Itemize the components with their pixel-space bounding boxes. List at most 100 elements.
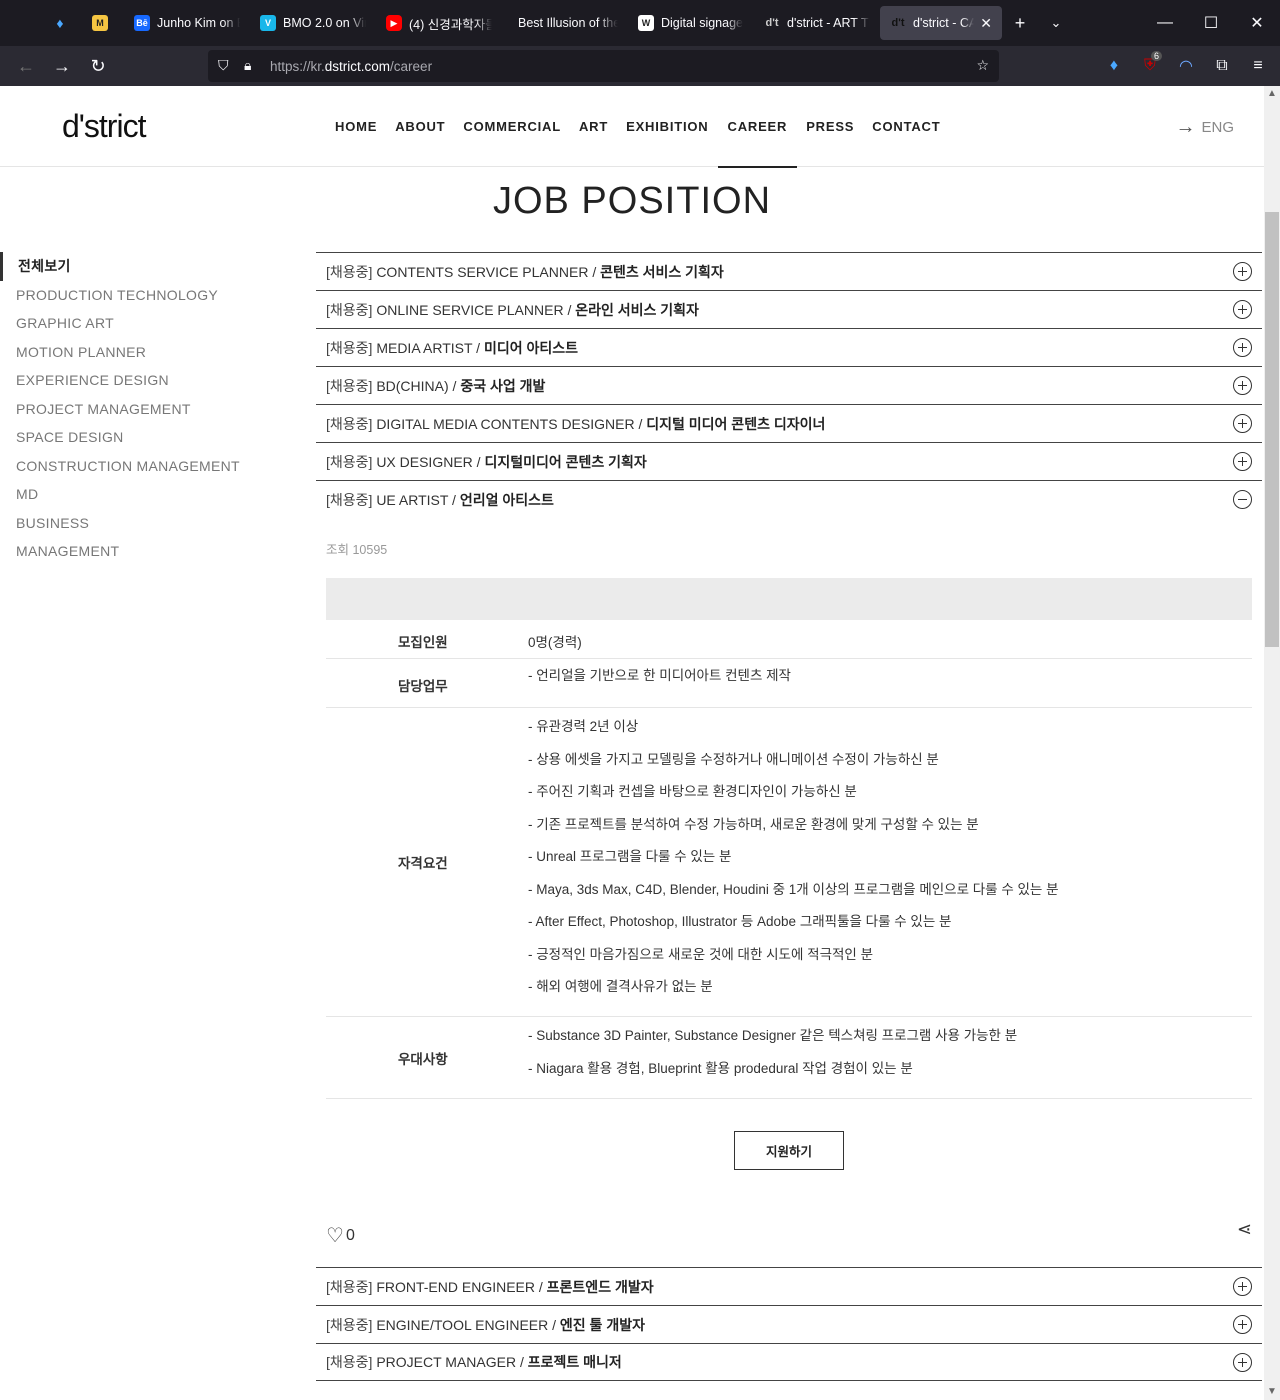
back-icon[interactable]: ←: [8, 50, 44, 82]
minimize-icon[interactable]: —: [1142, 0, 1188, 46]
sidebar-item-motion-planner[interactable]: MOTION PLANNER: [0, 338, 290, 367]
detail-row-preferences: 우대사항 - Substance 3D Painter, Substance D…: [326, 1017, 1252, 1099]
scrollbar-thumb[interactable]: [1265, 212, 1279, 647]
main-nav: HOME ABOUT COMMERCIAL ART EXHIBITION CAR…: [326, 86, 949, 168]
tab-youtube[interactable]: ▶ (4) 신경과학자들: [376, 6, 502, 40]
preference-item: - Substance 3D Painter, Substance Design…: [528, 1028, 1018, 1043]
ublock-icon[interactable]: ⛨ 6: [1132, 50, 1168, 82]
close-window-icon[interactable]: ✕: [1234, 0, 1280, 46]
tab-pinned-2[interactable]: M: [82, 6, 124, 40]
job-row[interactable]: [채용중] BD(CHINA) / 중국 사업 개발: [316, 366, 1262, 404]
sidebar-item-graphic-art[interactable]: GRAPHIC ART: [0, 309, 290, 338]
expand-plus-icon[interactable]: [1233, 300, 1252, 319]
job-row[interactable]: [채용중] DIGITAL MEDIA CONTENTS DESIGNER / …: [316, 404, 1262, 442]
job-row[interactable]: [채용중] ONLINE SERVICE PLANNER / 온라인 서비스 기…: [316, 290, 1262, 328]
headcount-label: 모집인원: [398, 635, 448, 650]
tab-illusion[interactable]: Best Illusion of the Y: [502, 6, 628, 40]
like-button[interactable]: ♡ 0: [326, 1223, 355, 1248]
bookmark-star-icon[interactable]: ☆: [976, 57, 989, 74]
sidebar-item-construction-management[interactable]: CONSTRUCTION MANAGEMENT: [0, 452, 290, 481]
job-title-ko: 엔진 툴 개발자: [559, 1316, 645, 1333]
expand-plus-icon[interactable]: [1233, 262, 1252, 281]
sidebar-item-business[interactable]: BUSINESS: [0, 509, 290, 538]
job-row[interactable]: [채용중] FRONT-END ENGINEER / 프론트엔드 개발자: [316, 1267, 1262, 1305]
tab-vimeo[interactable]: V BMO 2.0 on Vim: [250, 6, 376, 40]
requirement-item: - Maya, 3ds Max, C4D, Blender, Houdini 중…: [528, 881, 1059, 897]
sidebar-item-all[interactable]: 전체보기: [0, 252, 290, 281]
job-row[interactable]: [채용중] PROJECT MANAGER / 프로젝트 매니저: [316, 1343, 1262, 1381]
scroll-up-icon[interactable]: ▲: [1264, 86, 1280, 102]
menu-icon[interactable]: ≡: [1240, 50, 1276, 82]
tab-title: Digital signage: [661, 16, 743, 30]
reload-icon[interactable]: ↻: [80, 50, 116, 82]
sidebar-item-production-technology[interactable]: PRODUCTION TECHNOLOGY: [0, 281, 290, 310]
tab-dstrict-art[interactable]: d't d'strict - ART TE: [754, 6, 880, 40]
dstrict-icon: d't: [891, 17, 905, 29]
tab-behance[interactable]: Bē Junho Kim on B: [124, 6, 250, 40]
extensions-icon[interactable]: ⧉: [1204, 50, 1240, 82]
gem-extension-icon[interactable]: ♦: [1096, 50, 1132, 82]
share-icon[interactable]: ⋖: [1237, 1219, 1252, 1240]
tab-dstrict-career[interactable]: d't d'strict - CAR ✕: [880, 6, 1002, 40]
job-title-ko: 콘텐츠 서비스 기획자: [600, 263, 724, 280]
nav-commercial[interactable]: COMMERCIAL: [454, 86, 570, 167]
url-bar[interactable]: ⛉ 🔒︎ https://kr. dstrict.com/career ☆: [208, 50, 999, 82]
nav-contact[interactable]: CONTACT: [863, 86, 949, 167]
lock-icon[interactable]: 🔒︎: [244, 57, 251, 74]
sidebar-item-management[interactable]: MANAGEMENT: [0, 537, 290, 566]
site-logo[interactable]: d'strict: [62, 108, 146, 145]
gem-icon: ♦: [56, 15, 64, 31]
tab-pinned-1[interactable]: ♦: [42, 6, 82, 40]
extension-badge: 6: [1150, 51, 1162, 61]
job-title-ko: 중국 사업 개발: [460, 377, 546, 394]
expand-plus-icon[interactable]: [1233, 376, 1252, 395]
language-switch[interactable]: → ENG: [1175, 116, 1234, 139]
expand-plus-icon[interactable]: [1233, 1353, 1252, 1372]
requirement-item: - Unreal 프로그램을 다룰 수 있는 분: [528, 849, 732, 864]
vimeo-icon: V: [260, 15, 276, 31]
site-header: d'strict HOME ABOUT COMMERCIAL ART EXHIB…: [0, 86, 1264, 168]
collapse-minus-icon[interactable]: [1233, 490, 1252, 509]
behance-icon: Bē: [134, 15, 150, 31]
nav-exhibition[interactable]: EXHIBITION: [617, 86, 717, 167]
job-row[interactable]: [채용중] CONTENTS SERVICE PLANNER / 콘텐츠 서비스…: [316, 252, 1262, 290]
scroll-down-icon[interactable]: ▼: [1264, 1384, 1280, 1400]
job-status: [채용중]: [326, 1354, 373, 1370]
nav-home[interactable]: HOME: [326, 86, 386, 167]
detail-row-duties: 담당업무 - 언리얼을 기반으로 한 미디어아트 컨텐츠 제작: [326, 659, 1252, 708]
sidebar-item-experience-design[interactable]: EXPERIENCE DESIGN: [0, 366, 290, 395]
tab-wikipedia[interactable]: W Digital signage: [628, 6, 754, 40]
job-row[interactable]: [채용중] UX DESIGNER / 디지털미디어 콘텐츠 기획자: [316, 442, 1262, 480]
nav-career[interactable]: CAREER: [717, 86, 798, 168]
sidebar-item-space-design[interactable]: SPACE DESIGN: [0, 423, 290, 452]
maximize-icon[interactable]: ☐: [1188, 0, 1234, 46]
new-tab-button[interactable]: +: [1002, 6, 1038, 40]
heart-icon: ♡: [326, 1225, 344, 1247]
close-tab-icon[interactable]: ✕: [980, 15, 992, 32]
list-tabs-icon[interactable]: ⌄: [1038, 6, 1074, 40]
vpn-icon[interactable]: ◠: [1168, 50, 1204, 82]
expand-plus-icon[interactable]: [1233, 338, 1252, 357]
job-row-expanded[interactable]: [채용중] UE ARTIST / 언리얼 아티스트: [316, 480, 1262, 518]
tab-title: d'strict - ART TE: [787, 16, 870, 30]
apply-button[interactable]: 지원하기: [734, 1131, 844, 1170]
sidebar-item-md[interactable]: MD: [0, 480, 290, 509]
forward-icon[interactable]: →: [44, 50, 80, 82]
expand-plus-icon[interactable]: [1233, 1277, 1252, 1296]
nav-about[interactable]: ABOUT: [386, 86, 454, 167]
job-row[interactable]: [채용중] ENGINE/TOOL ENGINEER / 엔진 툴 개발자: [316, 1305, 1262, 1343]
expand-plus-icon[interactable]: [1233, 452, 1252, 471]
job-status: [채용중]: [326, 339, 373, 356]
sidebar-item-project-management[interactable]: PROJECT MANAGEMENT: [0, 395, 290, 424]
expand-plus-icon[interactable]: [1233, 414, 1252, 433]
job-title-ko: 미디어 아티스트: [483, 339, 579, 356]
job-title-en: DIGITAL MEDIA CONTENTS DESIGNER /: [376, 415, 643, 432]
expand-plus-icon[interactable]: [1233, 1315, 1252, 1334]
job-title-en: FRONT-END ENGINEER /: [376, 1278, 543, 1295]
job-row[interactable]: [채용중] MEDIA ARTIST / 미디어 아티스트: [316, 328, 1262, 366]
preferences-list: - Substance 3D Painter, Substance Design…: [528, 1025, 1017, 1090]
nav-art[interactable]: ART: [570, 86, 617, 167]
nav-press[interactable]: PRESS: [797, 86, 863, 167]
shield-icon[interactable]: ⛉: [218, 57, 229, 74]
job-status: [채용중]: [326, 377, 373, 394]
